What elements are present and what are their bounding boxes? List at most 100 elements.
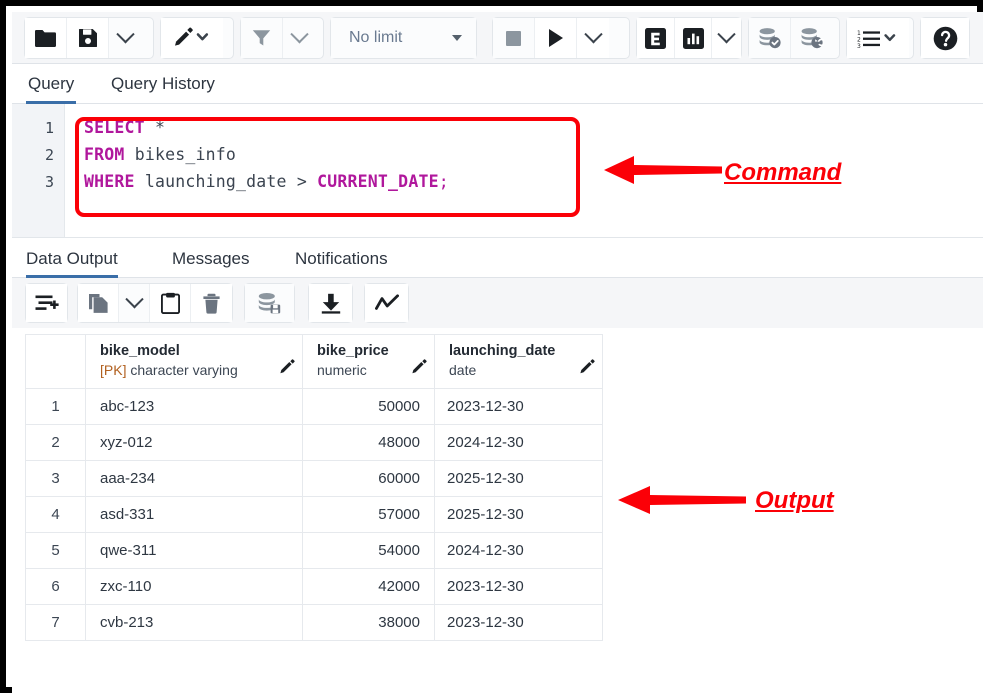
cell-bike-price[interactable]: 50000 — [303, 389, 435, 424]
query-tab-bar: Query Query History — [12, 64, 983, 104]
paste-button[interactable] — [150, 284, 191, 322]
cell-bike-model[interactable]: aaa-234 — [86, 461, 303, 496]
cell-launching-date[interactable]: 2023-12-30 — [435, 389, 602, 424]
tab-data-output[interactable]: Data Output — [26, 238, 118, 278]
toolbar-group-macros: 1 2 3 — [846, 17, 914, 59]
edit-pencil-icon[interactable] — [411, 359, 428, 376]
tab-query[interactable]: Query — [26, 64, 77, 104]
output-tab-bar: Data Output Messages Notifications — [12, 237, 983, 278]
execute-button[interactable] — [535, 18, 577, 58]
sql-function: CURRENT_DATE — [317, 172, 439, 191]
toolbar-group-limit: No limit — [330, 17, 477, 59]
table-row[interactable]: 4 asd-331 57000 2025-12-30 — [26, 497, 602, 533]
copy-caret-button[interactable] — [119, 284, 150, 322]
row-number: 5 — [26, 533, 86, 568]
cell-bike-model[interactable]: zxc-110 — [86, 569, 303, 604]
table-row[interactable]: 1 abc-123 50000 2023-12-30 — [26, 389, 602, 425]
cell-bike-model[interactable]: qwe-311 — [86, 533, 303, 568]
commit-button[interactable] — [749, 18, 791, 58]
toolbar-group-execute — [492, 17, 630, 59]
cell-bike-model[interactable]: cvb-213 — [86, 605, 303, 640]
output-annotation-arrow — [618, 486, 746, 514]
save-file-button[interactable] — [67, 18, 109, 58]
toolbar-group-transaction — [748, 17, 840, 59]
rollback-button[interactable] — [791, 18, 833, 58]
filter-caret-button[interactable] — [283, 18, 315, 58]
row-limit-select[interactable]: No limit — [331, 18, 476, 58]
column-header-bike-price[interactable]: bike_price numeric — [303, 335, 435, 388]
cell-launching-date[interactable]: 2025-12-30 — [435, 497, 602, 532]
row-limit-value: No limit — [349, 29, 403, 46]
table-row[interactable]: 3 aaa-234 60000 2025-12-30 — [26, 461, 602, 497]
sql-keyword: WHERE — [84, 172, 135, 191]
row-number: 7 — [26, 605, 86, 640]
sql-column-name: launching_date — [144, 172, 287, 191]
line-number: 2 — [44, 146, 54, 164]
row-number: 4 — [26, 497, 86, 532]
column-name: launching_date — [449, 343, 556, 359]
grid-group-save — [244, 283, 295, 323]
macros-button[interactable]: 1 2 3 — [847, 18, 909, 58]
table-row[interactable]: 5 qwe-311 54000 2024-12-30 — [26, 533, 602, 569]
tab-messages[interactable]: Messages — [172, 238, 249, 278]
cell-bike-model[interactable]: xyz-012 — [86, 425, 303, 460]
help-button[interactable] — [921, 18, 969, 58]
primary-key-badge: [PK] — [100, 362, 127, 378]
explain-button[interactable] — [637, 18, 675, 58]
sql-keyword: SELECT — [84, 118, 145, 137]
cell-launching-date[interactable]: 2023-12-30 — [435, 569, 602, 604]
cell-bike-price[interactable]: 48000 — [303, 425, 435, 460]
cell-launching-date[interactable]: 2025-12-30 — [435, 461, 602, 496]
graph-visualiser-button[interactable] — [365, 284, 408, 322]
line-number: 3 — [44, 173, 54, 191]
execute-caret-button[interactable] — [577, 18, 609, 58]
cell-bike-model[interactable]: asd-331 — [86, 497, 303, 532]
sql-semicolon: ; — [438, 172, 449, 191]
download-csv-button[interactable] — [309, 284, 352, 322]
toolbar-group-edit — [160, 17, 234, 59]
cell-launching-date[interactable]: 2024-12-30 — [435, 425, 602, 460]
table-row[interactable]: 2 xyz-012 48000 2024-12-30 — [26, 425, 602, 461]
tab-query-history[interactable]: Query History — [109, 64, 217, 104]
grid-group-download — [308, 283, 353, 323]
table-row[interactable]: 7 cvb-213 38000 2023-12-30 — [26, 605, 602, 641]
cell-bike-price[interactable]: 42000 — [303, 569, 435, 604]
cell-launching-date[interactable]: 2023-12-30 — [435, 605, 602, 640]
save-data-changes-button[interactable] — [245, 284, 294, 322]
edit-pencil-icon[interactable] — [279, 359, 296, 376]
sql-keyword: FROM — [84, 145, 125, 164]
table-row[interactable]: 6 zxc-110 42000 2023-12-30 — [26, 569, 602, 605]
row-number: 2 — [26, 425, 86, 460]
add-row-button[interactable] — [26, 284, 67, 322]
explain-analyze-button[interactable] — [674, 18, 713, 58]
row-number: 6 — [26, 569, 86, 604]
copy-button[interactable] — [78, 284, 119, 322]
output-annotation-label: Output — [755, 487, 834, 514]
cell-bike-model[interactable]: abc-123 — [86, 389, 303, 424]
edit-button[interactable] — [161, 18, 223, 58]
chevron-down-icon — [289, 24, 309, 43]
column-header-bike-model[interactable]: bike_model [PK] character varying — [86, 335, 303, 388]
grid-group-add — [25, 283, 68, 323]
cell-bike-price[interactable]: 54000 — [303, 533, 435, 568]
filter-button[interactable] — [241, 18, 283, 58]
explain-caret-button[interactable] — [712, 18, 741, 58]
tab-notifications[interactable]: Notifications — [295, 238, 388, 278]
command-annotation-label: Command — [724, 159, 842, 186]
cell-bike-price[interactable]: 57000 — [303, 497, 435, 532]
delete-row-button[interactable] — [191, 284, 232, 322]
sql-line-2: FROM bikes_info — [84, 145, 236, 164]
main-toolbar: No limit 1 2 3 — [12, 12, 983, 64]
cell-bike-price[interactable]: 60000 — [303, 461, 435, 496]
query-tool-window: No limit 1 2 3 Query Query History 1 2 3… — [12, 12, 983, 693]
save-file-caret-button[interactable] — [109, 18, 141, 58]
result-grid: bike_model [PK] character varying bike_p… — [25, 334, 603, 641]
cell-launching-date[interactable]: 2024-12-30 — [435, 533, 602, 568]
cell-bike-price[interactable]: 38000 — [303, 605, 435, 640]
stop-button[interactable] — [493, 18, 535, 58]
column-header-launching-date[interactable]: launching_date date — [435, 335, 602, 388]
open-file-button[interactable] — [25, 18, 67, 58]
column-name: bike_model — [100, 343, 180, 359]
edit-pencil-icon[interactable] — [579, 359, 596, 376]
line-number-gutter: 1 2 3 — [12, 104, 65, 237]
